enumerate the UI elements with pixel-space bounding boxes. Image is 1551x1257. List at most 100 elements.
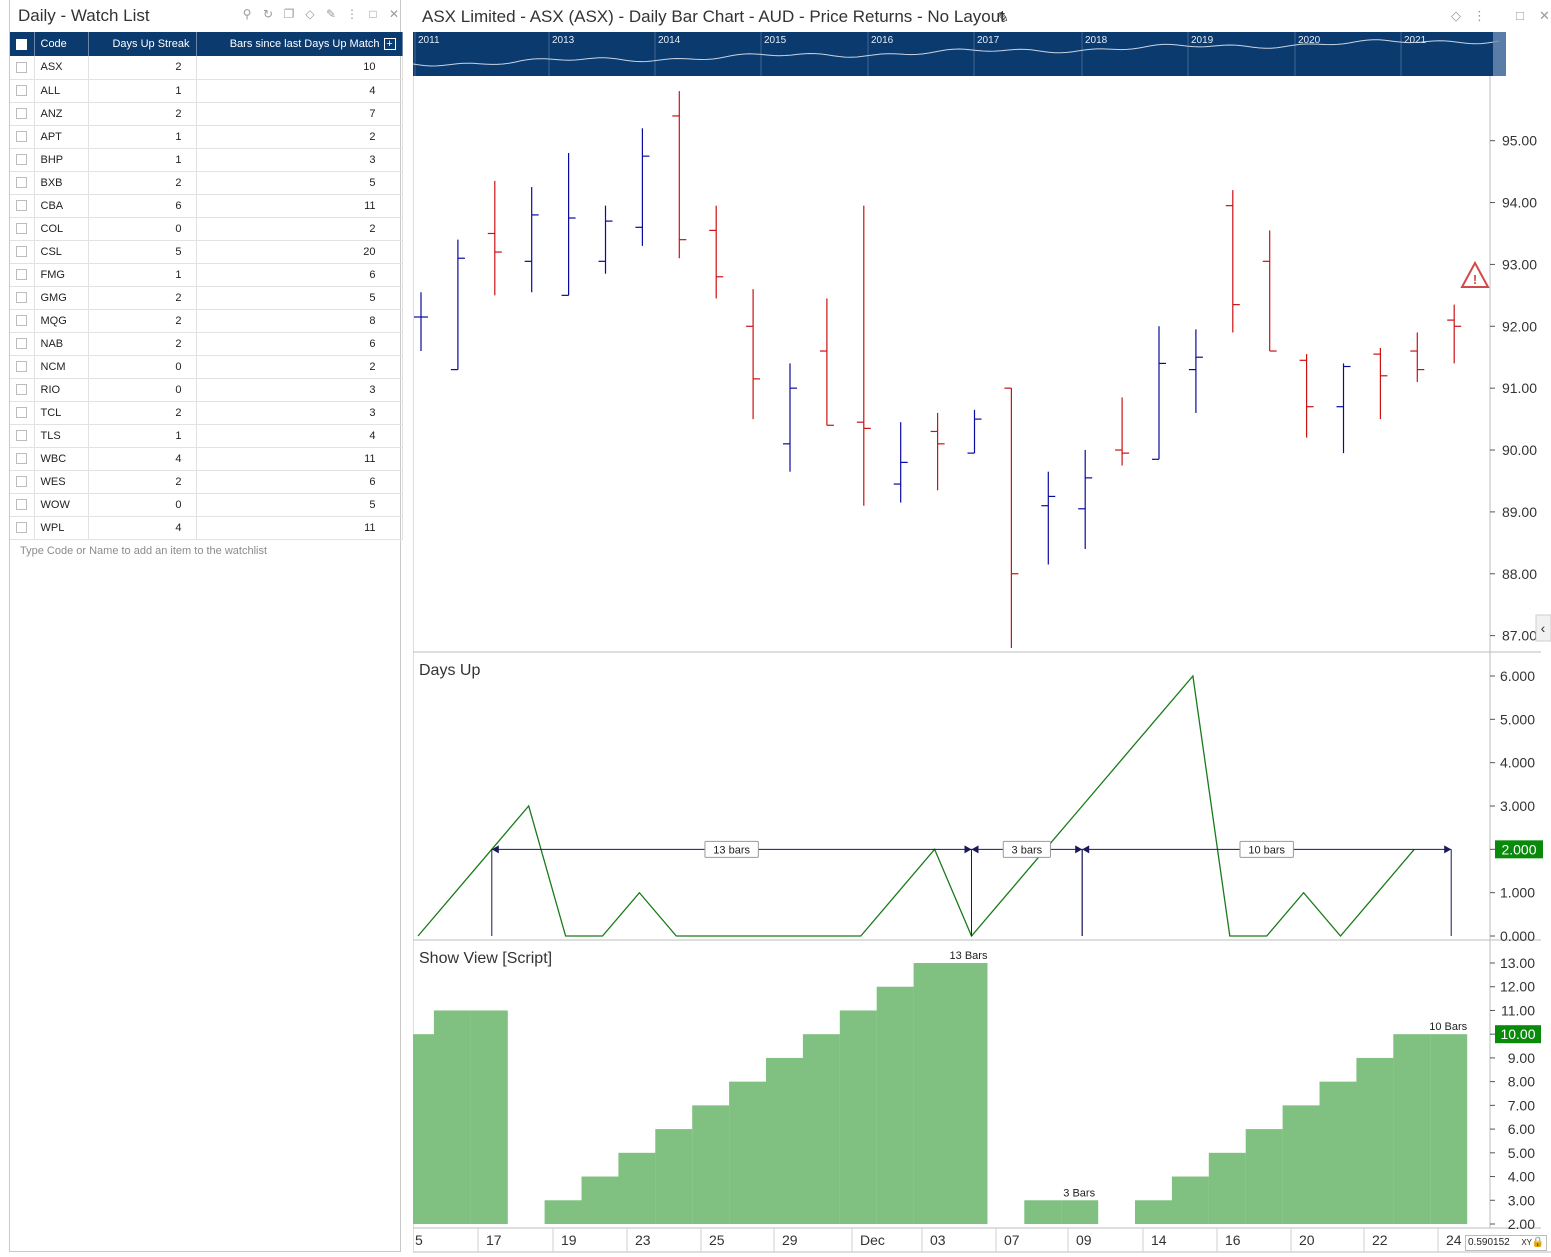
overview-window-handle[interactable]	[1493, 32, 1506, 76]
show-view-bar[interactable]	[470, 1010, 508, 1224]
row-checkbox[interactable]	[10, 516, 35, 540]
row-code[interactable]: ALL	[34, 79, 89, 103]
row-code[interactable]: NCM	[34, 355, 89, 379]
show-view-bar[interactable]	[1282, 1105, 1320, 1224]
maximize-icon[interactable]: □	[366, 7, 380, 21]
select-all-checkbox[interactable]	[10, 32, 35, 56]
row-code[interactable]: WES	[34, 470, 89, 494]
days-up-line[interactable]	[417, 674, 1415, 938]
maximize-icon[interactable]: □	[1516, 8, 1524, 23]
row-checkbox[interactable]	[10, 286, 35, 310]
show-view-bar[interactable]	[1024, 1200, 1062, 1224]
link-icon[interactable]: ◇	[1451, 8, 1461, 23]
show-view-bar[interactable]	[618, 1152, 656, 1224]
show-view-bar[interactable]	[1356, 1057, 1394, 1224]
show-view-bar[interactable]	[433, 1010, 471, 1224]
show-view-bar[interactable]	[655, 1129, 693, 1224]
table-row[interactable]: TCL 2 3	[10, 401, 403, 425]
row-checkbox[interactable]	[10, 125, 35, 149]
table-row[interactable]: RIO 0 3	[10, 378, 403, 402]
row-code[interactable]: BHP	[34, 148, 89, 172]
more-icon[interactable]: ⋮	[1473, 8, 1486, 23]
row-code[interactable]: CBA	[34, 194, 89, 218]
show-view-bar[interactable]	[802, 1034, 840, 1224]
close-icon[interactable]: ✕	[387, 7, 401, 21]
row-checkbox[interactable]	[10, 79, 35, 103]
show-view-bar[interactable]	[1135, 1200, 1172, 1224]
row-checkbox[interactable]	[10, 493, 35, 517]
show-view-bar[interactable]	[413, 1034, 434, 1224]
row-code[interactable]: GMG	[34, 286, 89, 310]
table-row[interactable]: BHP 1 3	[10, 148, 403, 172]
show-view-bar[interactable]	[1208, 1152, 1246, 1224]
row-checkbox[interactable]	[10, 194, 35, 218]
row-checkbox[interactable]	[10, 102, 35, 126]
row-checkbox[interactable]	[10, 171, 35, 195]
column-header-code[interactable]: Code	[34, 32, 89, 56]
row-checkbox[interactable]	[10, 217, 35, 241]
row-checkbox[interactable]	[10, 332, 35, 356]
show-view-bar[interactable]	[1061, 1200, 1099, 1224]
chart-canvas[interactable]: ASX Limited - ASX (ASX) - Daily Bar Char…	[413, 0, 1551, 1257]
table-row[interactable]: WOW 0 5	[10, 493, 403, 517]
show-view-bar[interactable]	[581, 1176, 619, 1224]
overview-strip[interactable]	[413, 32, 1506, 76]
row-code[interactable]: WBC	[34, 447, 89, 471]
show-view-bar[interactable]	[1171, 1176, 1209, 1224]
show-view-bar[interactable]	[692, 1105, 730, 1224]
column-header-bars[interactable]: Bars since last Days Up Match +	[196, 32, 403, 56]
table-row[interactable]: NAB 2 6	[10, 332, 403, 356]
table-row[interactable]: WES 2 6	[10, 470, 403, 494]
show-view-bar[interactable]	[876, 986, 914, 1224]
row-checkbox[interactable]	[10, 263, 35, 287]
show-view-bar[interactable]	[1430, 1034, 1468, 1224]
xy-readout[interactable]: 0.590152 XY 🔒	[1465, 1235, 1547, 1251]
add-item-hint[interactable]: Type Code or Name to add an item to the …	[20, 545, 267, 557]
row-checkbox[interactable]	[10, 401, 35, 425]
row-code[interactable]: MQG	[34, 309, 89, 333]
table-row[interactable]: BXB 2 5	[10, 171, 403, 195]
row-checkbox[interactable]	[10, 470, 35, 494]
lock-icon[interactable]: 🔒	[1532, 1236, 1544, 1250]
row-checkbox[interactable]	[10, 355, 35, 379]
copy-icon[interactable]: ❐	[282, 7, 296, 21]
row-code[interactable]: TLS	[34, 424, 89, 448]
table-row[interactable]: ANZ 2 7	[10, 102, 403, 126]
table-row[interactable]: CSL 5 20	[10, 240, 403, 264]
row-code[interactable]: ANZ	[34, 102, 89, 126]
table-row[interactable]: CBA 6 11	[10, 194, 403, 218]
table-row[interactable]: FMG 1 6	[10, 263, 403, 287]
row-checkbox[interactable]	[10, 240, 35, 264]
row-code[interactable]: TCL	[34, 401, 89, 425]
row-checkbox[interactable]	[10, 309, 35, 333]
add-column-icon[interactable]: +	[383, 38, 396, 51]
more-icon[interactable]: ⋮	[345, 7, 359, 21]
row-code[interactable]: COL	[34, 217, 89, 241]
row-code[interactable]: FMG	[34, 263, 89, 287]
link-icon[interactable]: ◇	[303, 7, 317, 21]
refresh-icon[interactable]: ↻	[261, 7, 275, 21]
row-code[interactable]: RIO	[34, 378, 89, 402]
close-icon[interactable]: ✕	[1539, 8, 1550, 23]
show-view-bar[interactable]	[1319, 1081, 1357, 1224]
show-view-bar[interactable]	[839, 1010, 877, 1224]
row-code[interactable]: WOW	[34, 493, 89, 517]
table-row[interactable]: COL 0 2	[10, 217, 403, 241]
table-row[interactable]: GMG 2 5	[10, 286, 403, 310]
table-row[interactable]: APT 1 2	[10, 125, 403, 149]
column-header-streak[interactable]: Days Up Streak	[88, 32, 197, 56]
table-row[interactable]: TLS 1 4	[10, 424, 403, 448]
edit-title-icon[interactable]: ✎	[997, 9, 1009, 25]
show-view-bar[interactable]	[544, 1200, 582, 1224]
table-row[interactable]: WPL 4 11	[10, 516, 403, 540]
show-view-bar[interactable]	[1393, 1034, 1431, 1224]
table-row[interactable]: ASX 2 10	[10, 56, 403, 80]
show-view-bar[interactable]	[950, 963, 988, 1224]
show-view-bar[interactable]	[729, 1081, 767, 1224]
row-code[interactable]: NAB	[34, 332, 89, 356]
row-code[interactable]: BXB	[34, 171, 89, 195]
show-view-bar[interactable]	[913, 963, 951, 1224]
pin-icon[interactable]: ✎	[324, 7, 338, 21]
row-code[interactable]: ASX	[34, 56, 89, 80]
table-row[interactable]: MQG 2 8	[10, 309, 403, 333]
